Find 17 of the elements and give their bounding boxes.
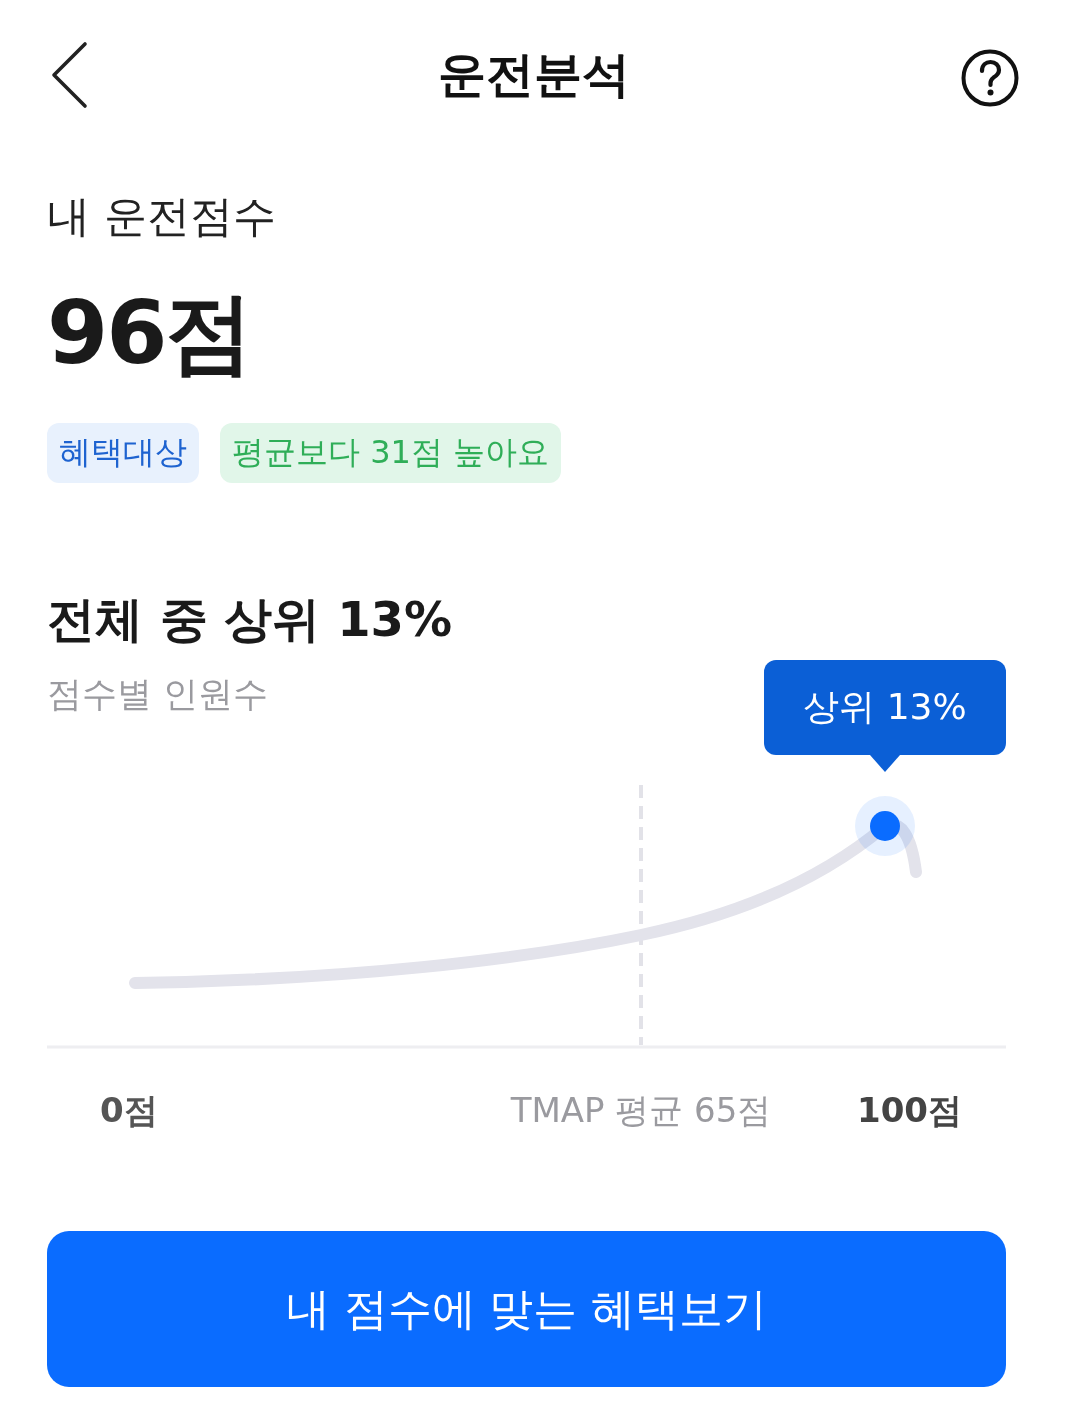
help-button[interactable] (961, 49, 1019, 107)
axis-max-label: 100점 (857, 1089, 962, 1132)
rank-tooltip: 상위 13% (764, 660, 1006, 772)
score-value: 96점 (47, 287, 252, 379)
back-chevron-icon (50, 41, 88, 109)
axis-min-label: 0점 (100, 1089, 158, 1132)
average-score-label: TMAP 평균 65점 (510, 1089, 772, 1132)
eligibility-badge: 혜택대상 (47, 423, 199, 483)
help-icon (961, 49, 1019, 107)
comparison-badge: 평균보다 31점 높아요 (220, 423, 562, 483)
back-button[interactable] (50, 41, 88, 109)
screen-title: 운전분석 (437, 45, 630, 104)
chart-subtitle: 점수별 인원수 (47, 673, 269, 716)
score-marker-icon (855, 796, 915, 856)
view-benefits-button[interactable]: 내 점수에 맞는 혜택보기 (47, 1231, 1006, 1387)
score-label: 내 운전점수 (47, 190, 276, 243)
ranking-title: 전체 중 상위 13% (47, 590, 453, 649)
